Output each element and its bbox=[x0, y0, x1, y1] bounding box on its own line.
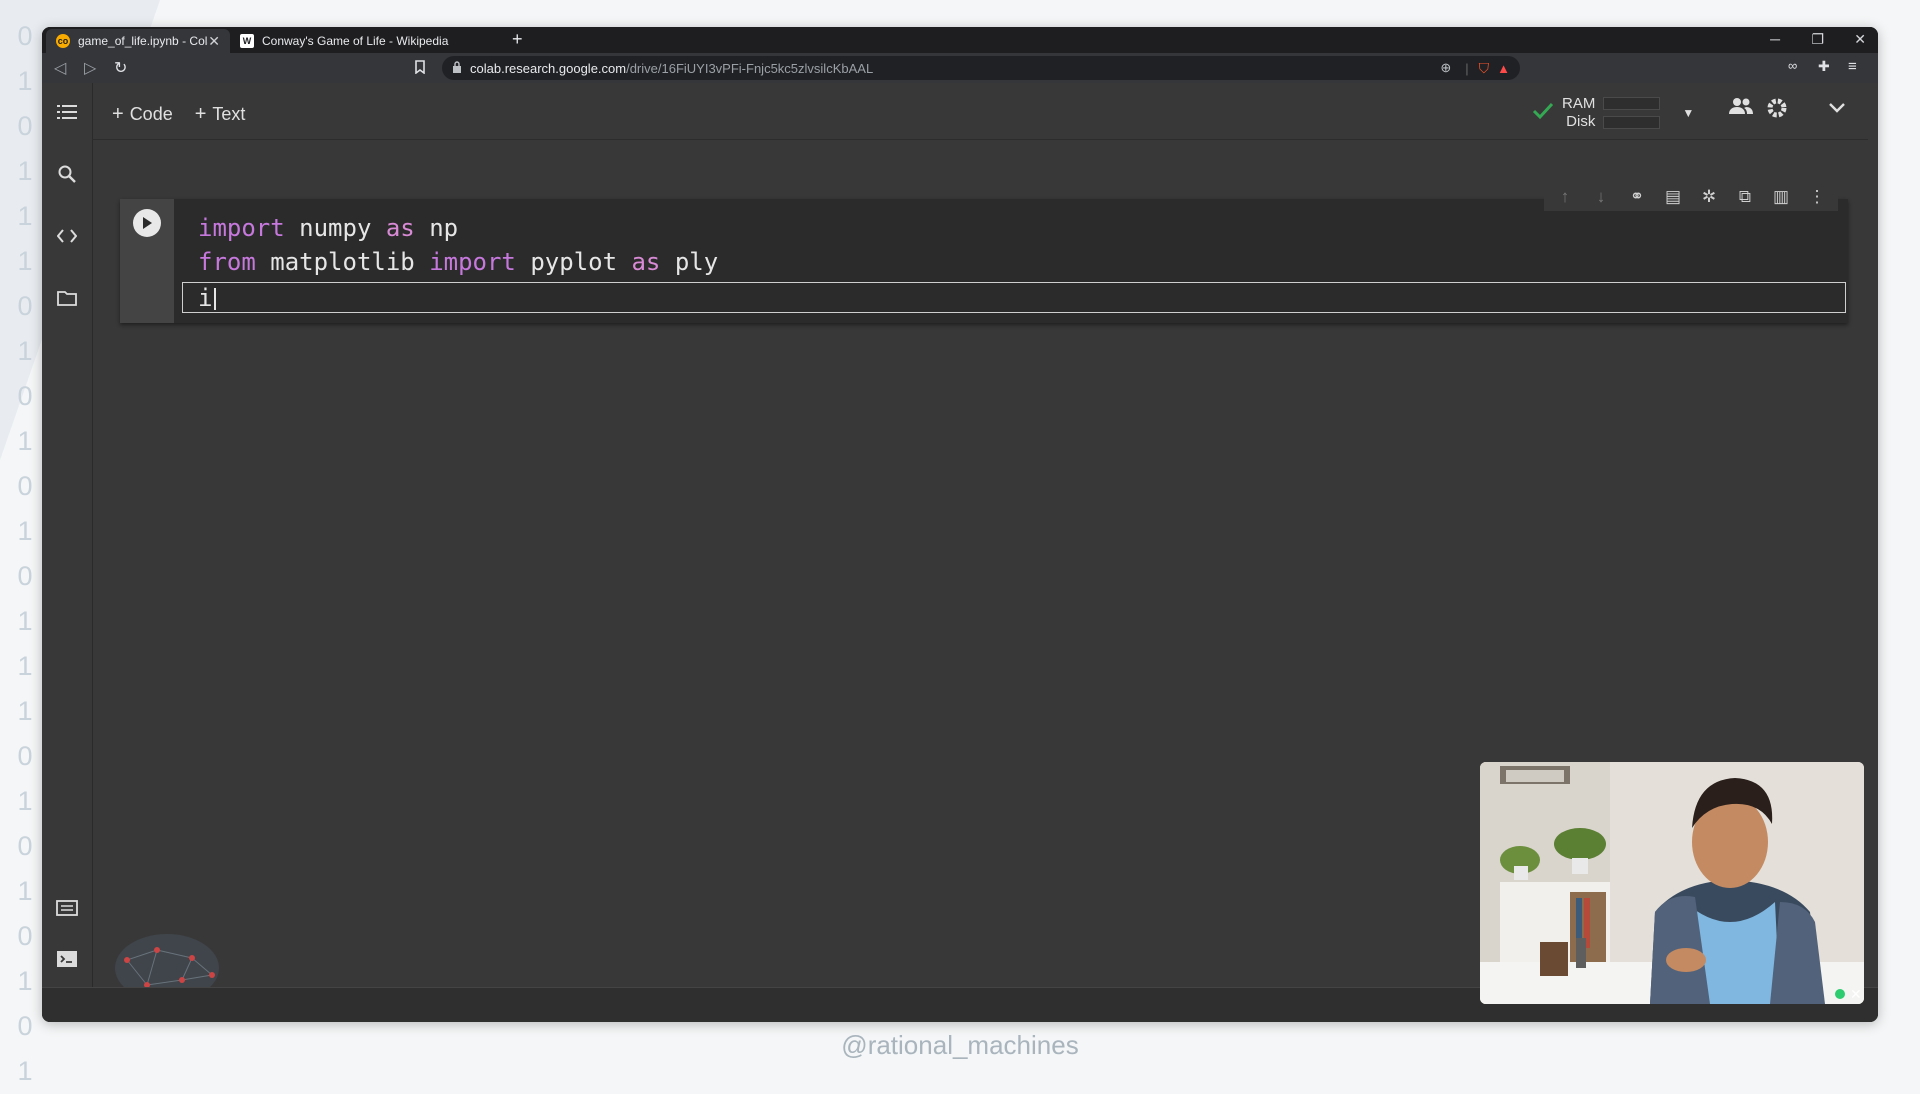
files-folder-icon[interactable] bbox=[56, 287, 78, 309]
header-divider bbox=[92, 139, 1868, 140]
mirror-cell-icon[interactable]: ⧉ bbox=[1734, 187, 1756, 207]
svg-text:✕: ✕ bbox=[1850, 987, 1862, 1003]
binary-digit: 0 bbox=[17, 471, 33, 501]
tab-bar: co game_of_life.ipynb - Colaborator ✕ W … bbox=[42, 27, 1878, 53]
add-text-button[interactable]: + Text bbox=[195, 103, 246, 126]
binary-digit: 0 bbox=[17, 111, 33, 141]
binary-digit: 1 bbox=[17, 966, 33, 996]
binary-digit: 1 bbox=[17, 606, 33, 636]
wikipedia-w-icon: W bbox=[240, 34, 254, 48]
code-editor[interactable]: import numpy as np from matplotlib import… bbox=[198, 211, 718, 279]
text-caret bbox=[214, 288, 217, 310]
binary-digit: 0 bbox=[17, 291, 33, 321]
search-icon[interactable] bbox=[56, 163, 78, 185]
minimize-icon[interactable]: ─ bbox=[1770, 31, 1780, 47]
browser-toolbar: ◁ ▷ ↻ colab.research.google.com /drive/1… bbox=[42, 53, 1878, 83]
comment-icon[interactable]: ▤ bbox=[1662, 187, 1684, 207]
binary-digit: 1 bbox=[17, 426, 33, 456]
code-line-1: import numpy as np bbox=[198, 214, 459, 242]
url-path: /drive/16FiUYI3vPFi-Fnjc5kc5zlvsilcKbAAL bbox=[626, 60, 874, 76]
binary-digit: 1 bbox=[17, 246, 33, 276]
back-icon[interactable]: ◁ bbox=[54, 58, 66, 78]
ram-label: RAM bbox=[1562, 95, 1596, 112]
collapse-header-icon[interactable] bbox=[1828, 97, 1846, 120]
tab-title: game_of_life.ipynb - Colaborator bbox=[78, 34, 208, 48]
binary-digit: 1 bbox=[17, 651, 33, 681]
tab-wikipedia[interactable]: W Conway's Game of Life - Wikipedia bbox=[230, 29, 448, 53]
forward-icon[interactable]: ▷ bbox=[84, 58, 96, 78]
new-tab-button[interactable]: + bbox=[512, 29, 523, 50]
more-options-icon[interactable]: ⋮ bbox=[1806, 187, 1828, 207]
disk-label: Disk bbox=[1566, 113, 1596, 130]
address-bar[interactable]: colab.research.google.com /drive/16FiUYI… bbox=[442, 56, 1520, 80]
current-line-highlight bbox=[182, 282, 1846, 313]
brave-rewards-icon[interactable]: ▲ bbox=[1497, 61, 1510, 76]
add-code-button[interactable]: + Code bbox=[112, 103, 173, 126]
binary-digit: 1 bbox=[17, 696, 33, 726]
colab-logo-icon: co bbox=[56, 34, 70, 48]
code-line-3[interactable]: i bbox=[198, 281, 217, 315]
binary-digit: 1 bbox=[17, 786, 33, 816]
insert-actions: + Code + Text bbox=[112, 103, 245, 126]
play-icon bbox=[143, 217, 152, 229]
restore-icon[interactable]: ❐ bbox=[1811, 31, 1824, 48]
disk-bar bbox=[1603, 116, 1661, 129]
link-icon[interactable]: ⚭ bbox=[1626, 187, 1648, 207]
brave-shield-icon[interactable]: ⛉ bbox=[1479, 60, 1490, 77]
runtime-dropdown-icon[interactable]: ▼ bbox=[1682, 106, 1694, 120]
binary-digit: 1 bbox=[17, 516, 33, 546]
binary-digit: 1 bbox=[17, 336, 33, 366]
bookmark-icon[interactable] bbox=[414, 60, 426, 77]
webcam-person-image: ✕ bbox=[1480, 762, 1864, 1004]
menu-icon[interactable]: ≡ bbox=[1848, 58, 1857, 75]
table-of-contents-icon[interactable] bbox=[56, 101, 78, 123]
delete-icon[interactable]: ▥ bbox=[1770, 187, 1792, 207]
extension-glasses-icon[interactable]: ∞ bbox=[1788, 58, 1797, 73]
binary-digit: 1 bbox=[17, 876, 33, 906]
tab-title: Conway's Game of Life - Wikipedia bbox=[262, 34, 449, 48]
settings-gear-icon[interactable] bbox=[1766, 97, 1788, 125]
close-window-icon[interactable]: ✕ bbox=[1854, 31, 1866, 48]
code-snippets-icon[interactable] bbox=[56, 225, 78, 247]
lock-icon bbox=[452, 60, 462, 76]
binary-digit: 0 bbox=[17, 831, 33, 861]
binary-digit: 1 bbox=[17, 156, 33, 186]
run-cell-button[interactable] bbox=[133, 209, 161, 237]
webcam-overlay: ✕ bbox=[1480, 762, 1864, 1004]
tab-colab[interactable]: co game_of_life.ipynb - Colaborator ✕ bbox=[46, 29, 230, 53]
binary-digit: 0 bbox=[17, 741, 33, 771]
share-people-icon[interactable] bbox=[1728, 97, 1754, 121]
code-line-2: from matplotlib import pyplot as ply bbox=[198, 248, 719, 276]
url-host: colab.research.google.com bbox=[470, 60, 627, 76]
binary-digit: 0 bbox=[17, 21, 33, 51]
cell-toolbar: ↑ ↓ ⚭ ▤ ✲ ⧉ ▥ ⋮ bbox=[1544, 183, 1838, 211]
terminal-icon[interactable] bbox=[56, 950, 78, 973]
resource-monitor[interactable]: RAM Disk ▼ bbox=[1532, 95, 1694, 131]
connected-check-icon bbox=[1532, 102, 1554, 125]
ram-bar bbox=[1603, 97, 1661, 110]
binary-digits-column: 010111010101011101010101 bbox=[10, 14, 40, 1094]
move-down-icon[interactable]: ↓ bbox=[1590, 187, 1612, 207]
extensions-puzzle-icon[interactable]: ✚ bbox=[1818, 58, 1830, 75]
close-tab-icon[interactable]: ✕ bbox=[208, 33, 220, 50]
binary-digit: 1 bbox=[17, 201, 33, 231]
move-up-icon[interactable]: ↑ bbox=[1554, 187, 1576, 207]
binary-digit: 0 bbox=[17, 381, 33, 411]
watermark-handle: @rational_machines bbox=[841, 1030, 1079, 1060]
code-cell[interactable]: ↑ ↓ ⚭ ▤ ✲ ⧉ ▥ ⋮ import numpy as np from m… bbox=[120, 183, 1848, 323]
binary-digit: 0 bbox=[17, 921, 33, 951]
binary-digit: 1 bbox=[17, 66, 33, 96]
left-sidebar bbox=[42, 83, 93, 1022]
command-palette-icon[interactable] bbox=[56, 900, 78, 921]
cell-gutter bbox=[120, 199, 174, 323]
reload-icon[interactable]: ↻ bbox=[114, 58, 127, 78]
binary-digit: 0 bbox=[17, 561, 33, 591]
cell-settings-icon[interactable]: ✲ bbox=[1698, 187, 1720, 207]
zoom-icon[interactable]: ⊕ bbox=[1440, 60, 1451, 76]
